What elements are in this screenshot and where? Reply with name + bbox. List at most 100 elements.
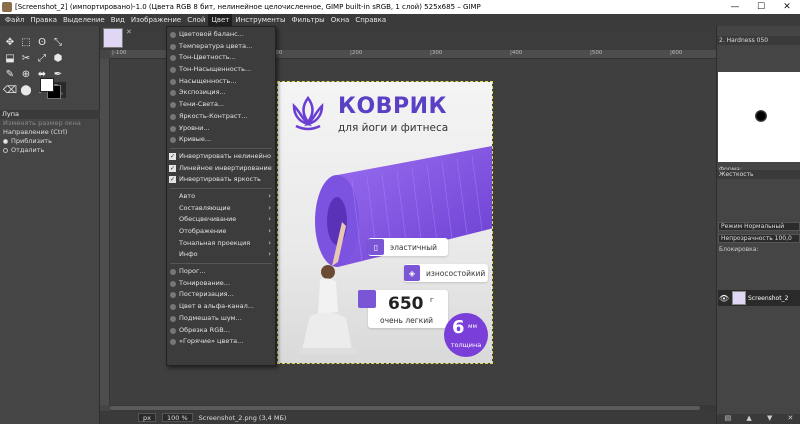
menu-help[interactable]: Справка xyxy=(352,14,389,26)
menu-item-threshold[interactable]: Порог... xyxy=(167,266,275,278)
menu-item-auto[interactable]: Авто › xyxy=(167,191,275,203)
minimize-button[interactable]: — xyxy=(722,0,748,14)
menu-item-levels[interactable]: Уровни... xyxy=(167,123,275,135)
unit-select[interactable]: px xyxy=(138,413,156,422)
menu-item-hot[interactable]: «Горячие» цвета... xyxy=(167,336,275,348)
visibility-eye-icon[interactable]: 👁 xyxy=(718,294,730,303)
saturation-icon xyxy=(170,78,176,85)
menu-separator xyxy=(170,187,272,189)
submenu-arrow-icon: › xyxy=(268,250,271,259)
menu-item-label: Насыщенность... xyxy=(179,76,237,85)
menu-item-rgb-clip[interactable]: Обрезка RGB... xyxy=(167,325,275,337)
menu-image[interactable]: Изображение xyxy=(128,14,184,26)
menu-item-desaturate[interactable]: Обесцвечивание › xyxy=(167,214,275,226)
menu-filters[interactable]: Фильтры xyxy=(288,14,327,26)
zoom-in-radio[interactable]: Приблизить xyxy=(0,137,100,146)
menu-item-shadows-highlights[interactable]: Тени-Света... xyxy=(167,99,275,111)
menu-item-hue-saturation[interactable]: Тон-Насыщенность... xyxy=(167,64,275,76)
temperature-icon xyxy=(170,43,176,50)
ruler-label: |500 xyxy=(590,50,603,56)
scrollbar-thumb[interactable] xyxy=(110,406,700,410)
threshold-icon xyxy=(170,269,176,276)
radio-icon xyxy=(3,138,8,144)
menu-item-label: Порог... xyxy=(179,267,206,276)
menu-view[interactable]: Вид xyxy=(108,14,128,26)
menu-windows[interactable]: Окна xyxy=(328,14,353,26)
weight-icon xyxy=(358,290,376,308)
menu-item-label: Подмешать шум... xyxy=(179,313,242,322)
lasso-tool-icon[interactable]: ʘ xyxy=(34,34,50,50)
lotus-logo-icon xyxy=(292,95,324,131)
brush-name: 2. Hardness 050 xyxy=(717,36,800,45)
menu-file[interactable]: Файл xyxy=(2,14,27,26)
ruler-label: |-100 xyxy=(112,50,127,56)
new-layer-icon[interactable]: ▤ xyxy=(725,414,732,424)
close-button[interactable]: ✕ xyxy=(774,0,800,14)
menu-item-info[interactable]: Инфо › xyxy=(167,249,275,261)
curves-icon xyxy=(170,137,176,144)
hue-saturation-icon xyxy=(170,67,176,74)
thickness-label: толщина xyxy=(450,341,482,349)
zoom-select[interactable]: 100 % xyxy=(161,413,193,422)
eraser-tool-icon[interactable]: ⌫ xyxy=(2,82,18,98)
thickness-badge: 6 мм толщина xyxy=(444,313,488,357)
menu-item-curves[interactable]: Кривые... xyxy=(167,134,275,146)
lower-layer-icon[interactable]: ▼ xyxy=(767,414,772,424)
scale-tool-icon[interactable]: ⤢ xyxy=(34,50,50,66)
menu-colors[interactable]: Цвет xyxy=(208,14,233,26)
raise-layer-icon[interactable]: ▲ xyxy=(746,414,751,424)
menu-layer[interactable]: Слой xyxy=(184,14,208,26)
mode-value: Нормальный xyxy=(744,223,785,230)
image-tab-thumbnail[interactable] xyxy=(103,28,123,48)
menu-item-map[interactable]: Отображение › xyxy=(167,226,275,238)
move-tool-icon[interactable]: ✥ xyxy=(2,34,18,50)
crop-tool-icon[interactable]: ✂ xyxy=(18,50,34,66)
paintbrush-tool-icon[interactable]: ✎ xyxy=(2,66,18,82)
foreground-color-swatch[interactable] xyxy=(40,78,54,92)
menu-item-color-balance[interactable]: Цветовой баланс... xyxy=(167,29,275,41)
menu-item-hue-chroma[interactable]: Тон-Цветность... xyxy=(167,52,275,64)
zoom-in-label: Приблизить xyxy=(11,137,52,145)
menu-item-color-to-alpha[interactable]: Цвет в альфа-канал... xyxy=(167,301,275,313)
radio-icon xyxy=(3,147,8,153)
opacity-slider[interactable]: Непрозрачность 100,0 xyxy=(718,234,800,243)
bucket-fill-tool-icon[interactable]: ⬢ xyxy=(50,50,66,66)
layer-row[interactable]: 👁 Screenshot_2 xyxy=(718,290,800,306)
menu-item-exposure[interactable]: Экспозиция... xyxy=(167,87,275,99)
rect-select-tool-icon[interactable]: ⬚ xyxy=(18,34,34,50)
fg-bg-colors[interactable] xyxy=(38,76,62,100)
tab-close-icon[interactable]: ✕ xyxy=(126,28,132,36)
menu-item-linear-invert[interactable]: ✓ Линейное инвертирование xyxy=(167,163,275,175)
menu-item-value-invert[interactable]: ✓ Инвертировать яркость xyxy=(167,174,275,186)
brush-preview[interactable] xyxy=(718,72,800,162)
menu-item-label: Тональная проекция xyxy=(179,238,251,247)
durable-icon: ◈ xyxy=(404,265,420,281)
colors-menu-dropdown: Цветовой баланс... Температура цвета... … xyxy=(166,26,276,366)
menu-item-brightness-contrast[interactable]: Яркость-Контраст... xyxy=(167,111,275,123)
menu-item-tone-mapping[interactable]: Тональная проекция › xyxy=(167,238,275,250)
menu-item-saturation[interactable]: Насыщенность... xyxy=(167,76,275,88)
menu-item-posterize[interactable]: Постеризация... xyxy=(167,289,275,301)
linear-invert-icon: ✓ xyxy=(169,164,176,172)
warp-tool-icon[interactable]: ⬓ xyxy=(2,50,18,66)
menu-item-colorize[interactable]: Тонирование... xyxy=(167,278,275,290)
menu-item-invert-nonlinear[interactable]: ✓ Инвертировать нелинейно xyxy=(167,151,275,163)
menu-select[interactable]: Выделение xyxy=(60,14,108,26)
menu-item-color-temperature[interactable]: Температура цвета... xyxy=(167,41,275,53)
ruler-label: |600 xyxy=(670,50,683,56)
menu-tools[interactable]: Инструменты xyxy=(232,14,288,26)
maximize-button[interactable]: ☐ xyxy=(748,0,774,14)
menu-item-label: «Горячие» цвета... xyxy=(179,337,244,346)
layer-mode-select[interactable]: Режим Нормальный xyxy=(718,222,800,231)
transform-tool-icon[interactable]: ⤡ xyxy=(50,34,66,50)
menu-item-dither[interactable]: Подмешать шум... xyxy=(167,313,275,325)
delete-layer-icon[interactable]: ✕ xyxy=(788,414,794,424)
menu-edit[interactable]: Правка xyxy=(27,14,60,26)
color-picker-tool-icon[interactable]: ⬤ xyxy=(18,82,34,98)
menu-item-components[interactable]: Составляющие › xyxy=(167,203,275,215)
menu-item-label: Линейное инвертирование xyxy=(179,163,272,172)
zoom-out-radio[interactable]: Отдалить xyxy=(0,146,100,155)
image-poster[interactable]: КОВРИК для йоги и фитнеса ▯ эластичный ◈… xyxy=(277,81,493,364)
auto-resize-checkbox[interactable]: Изменять размер окна xyxy=(0,119,100,128)
clone-tool-icon[interactable]: ⊕ xyxy=(18,66,34,82)
